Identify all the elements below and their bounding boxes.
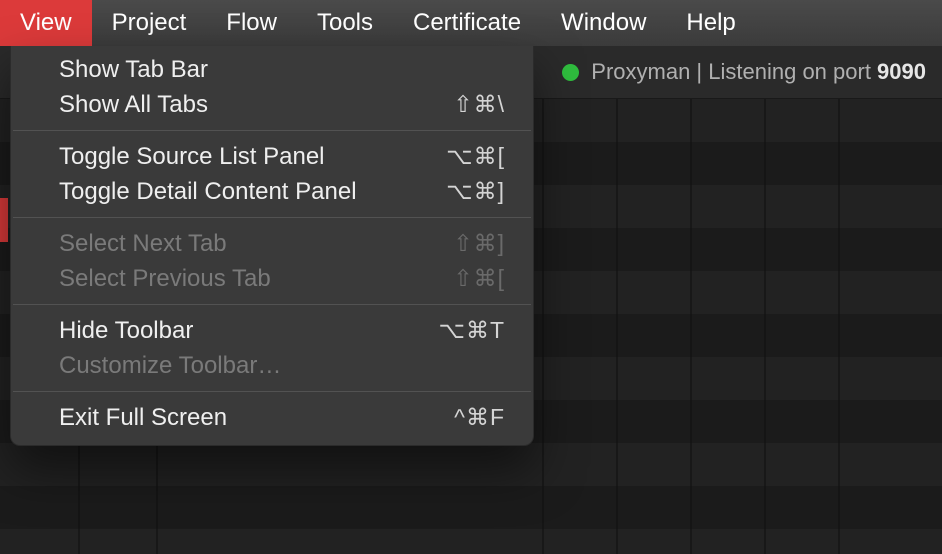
menu-item-show-all-tabs[interactable]: Show All Tabs ⇧⌘\ (11, 87, 533, 122)
menu-item-exit-full-screen[interactable]: Exit Full Screen ^⌘F (11, 400, 533, 435)
menu-flow[interactable]: Flow (206, 0, 297, 46)
menu-item-show-tab-bar[interactable]: Show Tab Bar (11, 52, 533, 87)
row-selection-indicator (0, 198, 8, 242)
menu-item-toggle-source-list-panel[interactable]: Toggle Source List Panel ⌥⌘[ (11, 139, 533, 174)
menu-item-label: Select Previous Tab (59, 265, 271, 293)
menu-item-shortcut: ⇧⌘] (395, 230, 505, 257)
menu-item-label: Show All Tabs (59, 91, 208, 119)
menu-item-customize-toolbar: Customize Toolbar… (11, 348, 533, 383)
menu-item-label: Toggle Source List Panel (59, 143, 325, 171)
menu-view[interactable]: View (0, 0, 92, 46)
menu-window[interactable]: Window (541, 0, 666, 46)
menu-certificate[interactable]: Certificate (393, 0, 541, 46)
menu-item-select-previous-tab: Select Previous Tab ⇧⌘[ (11, 261, 533, 296)
menu-project[interactable]: Project (92, 0, 207, 46)
menu-separator (13, 217, 531, 218)
app-name: Proxyman (591, 59, 690, 84)
menu-help[interactable]: Help (666, 0, 755, 46)
menu-item-label: Exit Full Screen (59, 404, 227, 432)
view-menu-dropdown: Show Tab Bar Show All Tabs ⇧⌘\ Toggle So… (10, 46, 534, 446)
menu-item-toggle-detail-content-panel[interactable]: Toggle Detail Content Panel ⌥⌘] (11, 174, 533, 209)
menu-item-select-next-tab: Select Next Tab ⇧⌘] (11, 226, 533, 261)
menu-item-shortcut: ⌥⌘] (395, 178, 505, 205)
menu-item-label: Toggle Detail Content Panel (59, 178, 357, 206)
menubar: View Project Flow Tools Certificate Wind… (0, 0, 942, 46)
port-number: 9090 (877, 59, 926, 84)
menu-item-shortcut: ⇧⌘[ (395, 265, 505, 292)
menu-item-shortcut: ⌥⌘[ (395, 143, 505, 170)
connection-status: Proxyman | Listening on port 9090 (562, 59, 926, 85)
menu-separator (13, 391, 531, 392)
menu-item-label: Select Next Tab (59, 230, 227, 258)
menu-item-hide-toolbar[interactable]: Hide Toolbar ⌥⌘T (11, 313, 533, 348)
status-indicator-icon (562, 64, 579, 81)
menu-item-shortcut: ⌥⌘T (395, 317, 505, 344)
menu-separator (13, 130, 531, 131)
menu-item-label: Hide Toolbar (59, 317, 193, 345)
menu-item-label: Show Tab Bar (59, 56, 208, 84)
menu-tools[interactable]: Tools (297, 0, 393, 46)
menu-item-shortcut: ⇧⌘\ (395, 91, 505, 118)
menu-item-shortcut: ^⌘F (395, 404, 505, 431)
status-text: Proxyman | Listening on port 9090 (591, 59, 926, 85)
menu-item-label: Customize Toolbar… (59, 352, 281, 380)
menu-separator (13, 304, 531, 305)
